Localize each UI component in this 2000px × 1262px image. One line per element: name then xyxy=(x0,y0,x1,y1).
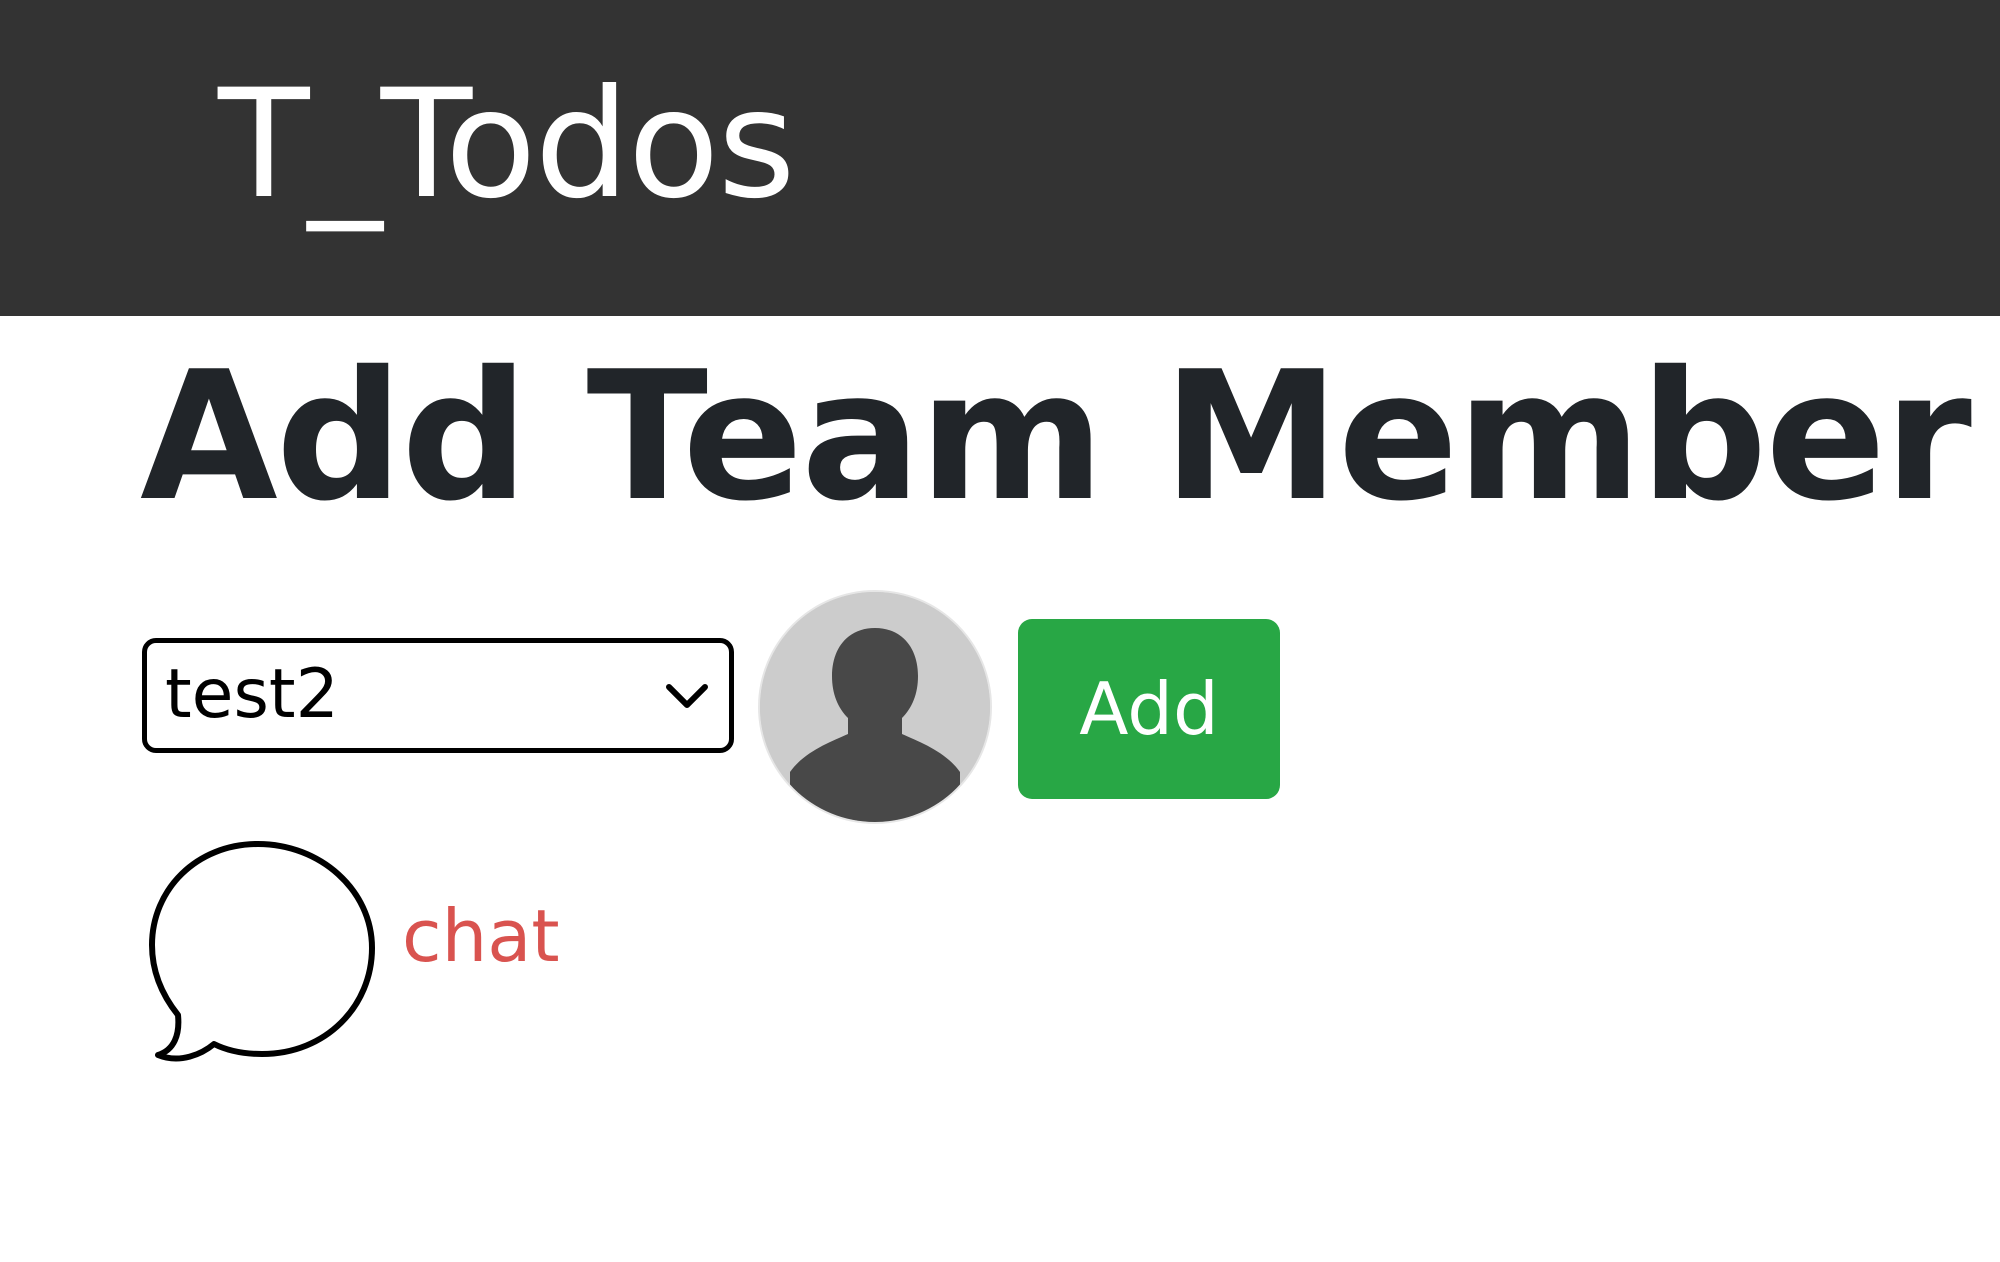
chat-label: chat xyxy=(402,894,560,978)
navbar: T_Todos xyxy=(0,0,2000,316)
member-select-value: test2 xyxy=(165,655,339,734)
add-button[interactable]: Add xyxy=(1018,619,1280,799)
user-silhouette-icon xyxy=(760,592,990,822)
page-title: Add Team Member xyxy=(140,333,1972,540)
chat-bubble-icon xyxy=(149,841,375,1062)
chat-link[interactable]: chat xyxy=(140,830,580,1070)
chevron-down-icon xyxy=(666,684,708,708)
avatar xyxy=(760,592,990,822)
brand-title[interactable]: T_Todos xyxy=(218,70,796,220)
member-select[interactable]: test2 xyxy=(142,638,734,753)
